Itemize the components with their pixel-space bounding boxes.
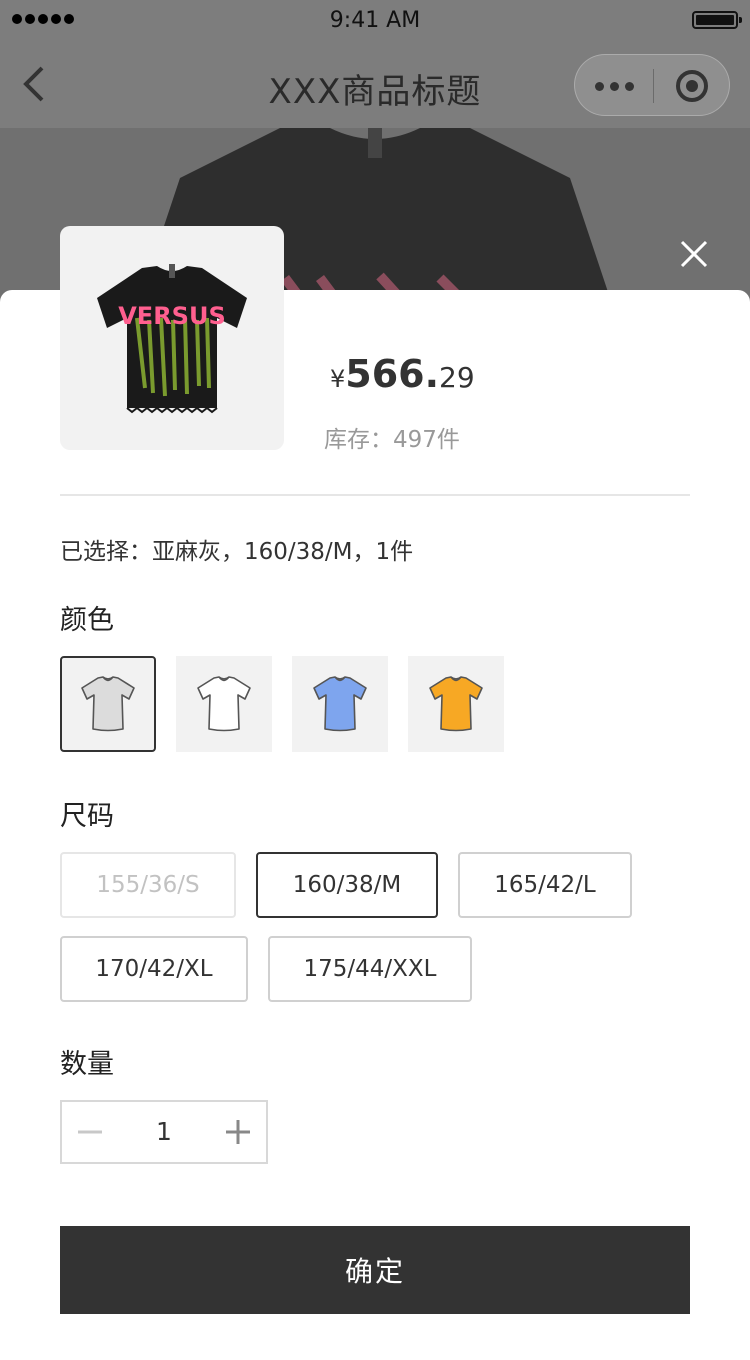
tshirt-icon [429, 676, 483, 732]
quantity-section-title: 数量 [60, 1049, 114, 1080]
quantity-value[interactable]: 1 [118, 1102, 210, 1162]
size-option-175-44-xxl[interactable]: 175/44/XXL [268, 936, 472, 1002]
size-option-165-42-l[interactable]: 165/42/L [458, 852, 632, 918]
status-bar: 9:41 AM [0, 0, 750, 44]
color-option-3[interactable] [292, 656, 388, 752]
product-thumbnail: VERSUS [60, 226, 284, 450]
increase-quantity-button[interactable] [210, 1102, 266, 1162]
price-decimal: 29 [439, 361, 475, 394]
tshirt-icon [197, 676, 251, 732]
svg-text:VERSUS: VERSUS [118, 302, 226, 330]
plus-icon [226, 1120, 250, 1144]
currency-symbol: ¥ [330, 365, 346, 393]
more-button[interactable] [575, 55, 653, 117]
close-icon [680, 240, 708, 268]
stock-count: 库存：497件 [324, 427, 460, 453]
size-option-160-38-m[interactable]: 160/38/M [256, 852, 438, 918]
divider [60, 494, 690, 496]
tshirt-icon [313, 676, 367, 732]
price-integer: 566. [345, 352, 440, 396]
selected-summary: 已选择：亚麻灰，160/38/M，1件 [60, 539, 414, 565]
mini-program-capsule [574, 54, 730, 116]
color-option-4[interactable] [408, 656, 504, 752]
confirm-button[interactable]: 确定 [60, 1226, 690, 1314]
tshirt-thumbnail-image: VERSUS [97, 264, 247, 414]
price: ¥566.29 [330, 352, 475, 396]
size-section-title: 尺码 [60, 801, 114, 832]
color-option-1[interactable] [60, 656, 156, 752]
close-button[interactable] [674, 234, 714, 274]
navigation-bar: XXX商品标题 [0, 44, 750, 128]
quantity-stepper: 1 [60, 1100, 268, 1164]
decrease-quantity-button[interactable] [62, 1102, 118, 1162]
color-option-2[interactable] [176, 656, 272, 752]
size-option-170-42-xl[interactable]: 170/42/XL [60, 936, 248, 1002]
size-option-155-36-s[interactable]: 155/36/S [60, 852, 236, 918]
battery-icon [692, 11, 742, 29]
minus-icon [78, 1130, 102, 1134]
target-icon [676, 70, 708, 102]
close-mini-program-button[interactable] [653, 55, 731, 117]
color-section-title: 颜色 [60, 605, 114, 636]
tshirt-icon [81, 676, 135, 732]
status-time: 9:41 AM [329, 8, 421, 33]
more-icon [594, 81, 604, 91]
